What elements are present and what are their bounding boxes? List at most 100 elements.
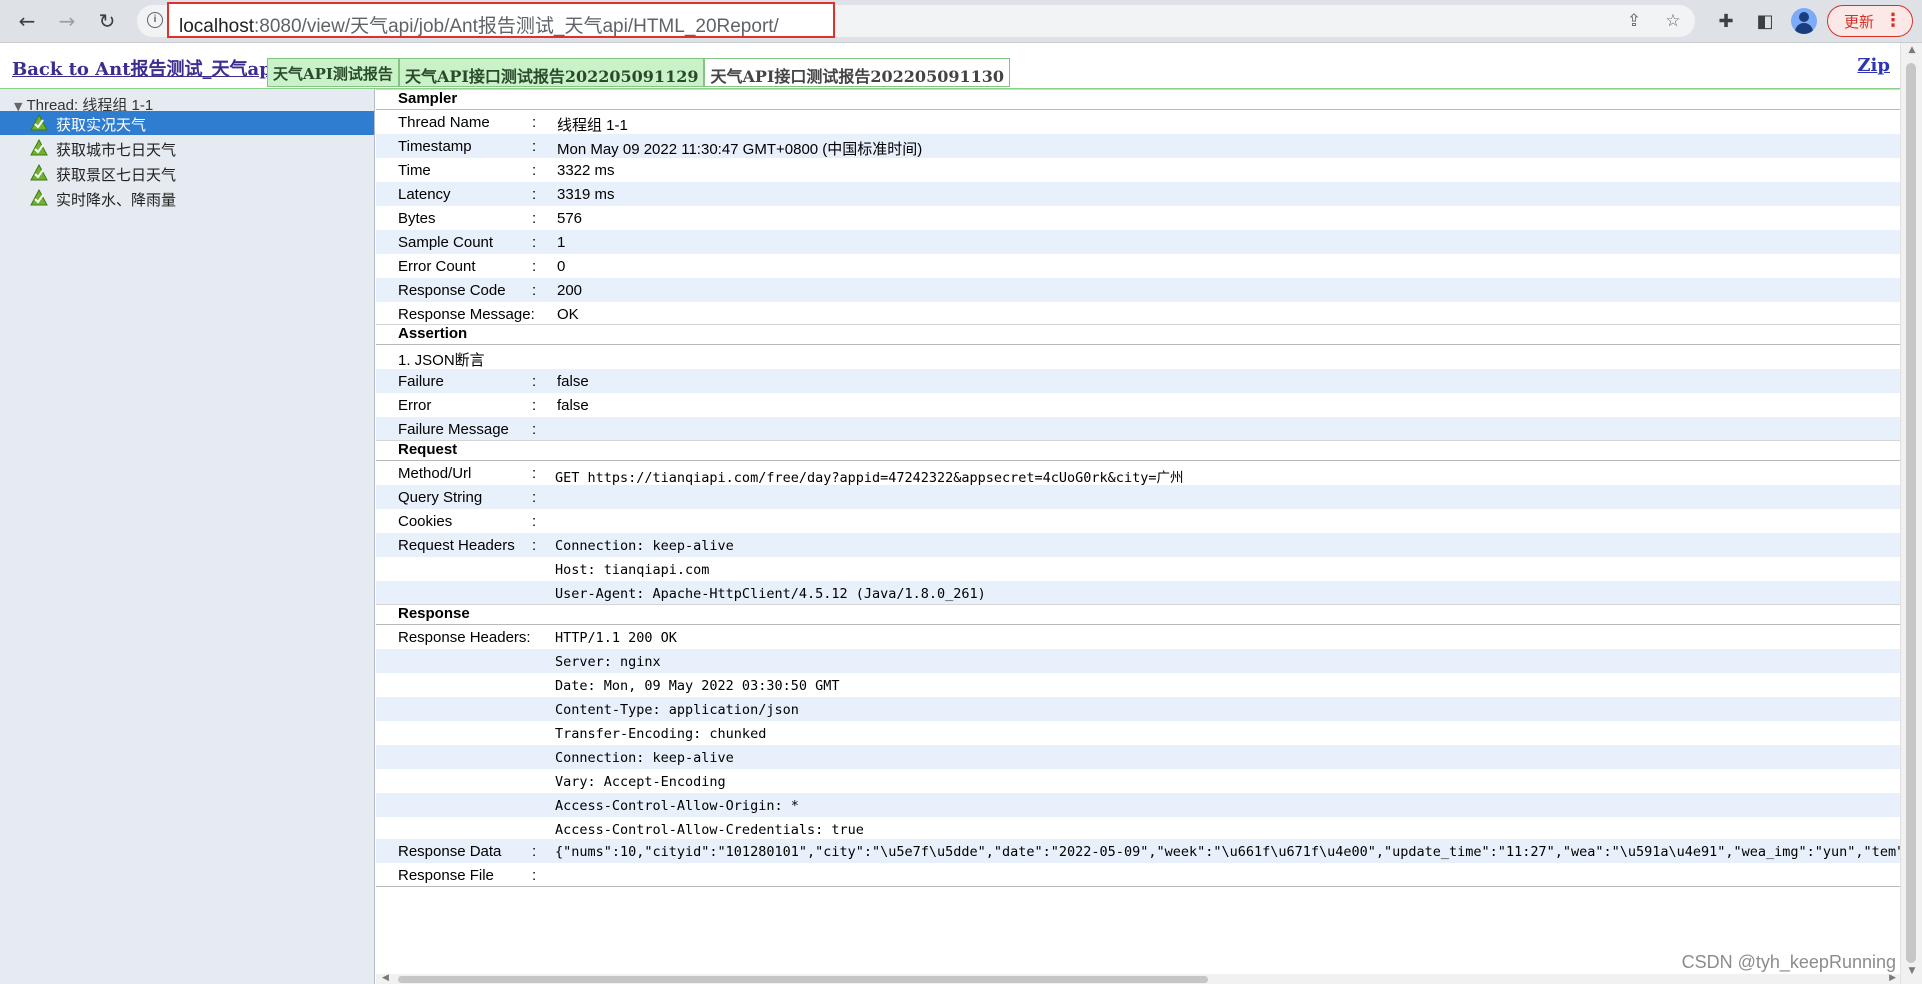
horizontal-scroll-thumb[interactable] [398,976,1208,983]
row-label: Request Headers [398,537,515,554]
tree-item-sampler[interactable]: 实时降水、降雨量 [0,186,374,210]
row-colon: : [532,258,537,275]
row-label: Bytes [398,210,436,227]
response-header-row: Access-Control-Allow-Origin: * [376,793,1900,817]
row-value: false [557,397,589,414]
success-check-icon [30,163,48,182]
reload-icon[interactable]: ↻ [92,6,122,36]
row-colon: : [532,138,537,155]
zip-download-link[interactable]: Zip [1857,55,1890,76]
kv-row: Time: 3322 ms [376,158,1900,182]
row-value: Mon May 09 2022 11:30:47 GMT+0800 (中国标准时… [557,141,923,158]
url-host: localhost [179,16,254,37]
report-header: Back to Ant报告测试_天气api 天气API测试报告 天气API接口测… [0,43,1900,89]
row-label: Response File [398,867,494,884]
kv-row: Response Message::OK [376,302,1900,326]
side-panel-icon[interactable]: ◧ [1752,8,1778,34]
browser-toolbar: ← → ↻ i localhost:8080/view/天气api/job/An… [0,0,1922,43]
report-tabs: 天气API测试报告 天气API接口测试报告202205091129 天气API接… [267,58,1010,87]
request-header-row: Request Headers: Connection: keep-alive [376,533,1900,557]
response-header-line: Date: Mon, 09 May 2022 03:30:50 GMT [555,678,840,694]
share-icon[interactable]: ⇪ [1623,10,1645,32]
row-value: 3322 ms [557,162,615,179]
request-header-line: User-Agent: Apache-HttpClient/4.5.12 (Ja… [555,586,986,602]
row-colon: : [532,210,537,227]
row-colon: : [532,282,537,299]
response-data-row: Response Data : {"nums":10,"cityid":"101… [376,839,1900,863]
assertion-name: 1. JSON断言 [398,352,485,369]
row-value: 200 [557,282,583,299]
row-label: Cookies [398,513,453,530]
row-label: Sample Count [398,234,494,251]
extensions-puzzle-icon[interactable]: ✚ [1713,8,1739,34]
site-info-icon[interactable]: i [147,12,163,28]
tree-item-sampler[interactable]: 获取景区七日天气 [0,161,374,185]
response-header-row: Vary: Accept-Encoding [376,769,1900,793]
success-check-icon [30,113,48,132]
tree-item-label: 获取城市七日天气 [56,142,177,159]
kv-row: Failure: false [376,369,1900,393]
kv-row: Sample Count: 1 [376,230,1900,254]
response-header-line: HTTP/1.1 200 OK [555,630,677,646]
row-value: 576 [557,210,583,227]
request-query-row: Query String : [376,485,1900,509]
tab-report-1130[interactable]: 天气API接口测试报告202205091130 [704,58,1010,87]
row-colon: : [532,513,537,530]
row-colon: : [532,489,537,506]
tab-report-1129[interactable]: 天气API接口测试报告202205091129 [398,58,705,87]
kv-row: Failure Message: [376,417,1900,441]
row-value: false [557,373,589,390]
scroll-right-arrow-icon[interactable]: ▶ [1889,973,1896,983]
row-label: Response Message: [398,306,535,323]
row-value: 线程组 1-1 [557,117,628,134]
row-label: Method/Url [398,465,472,482]
url-highlight-box[interactable]: localhost:8080/view/天气api/job/Ant报告测试_天气… [167,2,835,38]
vertical-scrollbar[interactable]: ▲ ▼ [1900,43,1922,984]
response-header-row: Date: Mon, 09 May 2022 03:30:50 GMT [376,673,1900,697]
bookmark-star-icon[interactable]: ☆ [1662,10,1684,32]
scroll-down-arrow-icon[interactable]: ▼ [1901,966,1922,982]
row-label: Response Code [398,282,506,299]
scroll-up-arrow-icon[interactable]: ▲ [1901,45,1922,61]
row-label: Error Count [398,258,476,275]
forward-arrow-icon[interactable]: → [52,6,82,36]
response-header-line: Content-Type: application/json [555,702,799,718]
back-to-job-link[interactable]: Back to Ant报告测试_天气api [12,55,279,81]
row-label: Error [398,397,432,414]
menu-dots-icon[interactable]: ⋮ [1884,10,1902,31]
update-button[interactable]: 更新 ⋮ [1827,5,1913,37]
request-header-line: Host: tianqiapi.com [555,562,710,578]
tree-item-label: 获取实况天气 [56,117,147,134]
kv-row: Latency: 3319 ms [376,182,1900,206]
tree-item-label: 获取景区七日天气 [56,167,177,184]
row-colon: : [532,843,537,860]
url-text[interactable]: localhost:8080/view/天气api/job/Ant报告测试_天气… [179,11,779,38]
row-value: 0 [557,258,566,275]
row-label: Timestamp [398,138,472,155]
row-label: Response Data [398,843,502,860]
row-colon: : [532,234,537,251]
update-label: 更新 [1844,13,1875,31]
tree-item-sampler[interactable]: 获取城市七日天气 [0,136,374,160]
vertical-scroll-thumb[interactable] [1906,63,1916,963]
response-header-line: Vary: Accept-Encoding [555,774,726,790]
row-value: 3319 ms [557,186,615,203]
back-arrow-icon[interactable]: ← [12,6,42,36]
horizontal-scrollbar[interactable]: ◀ ▶ [376,973,1900,984]
scroll-left-arrow-icon[interactable]: ◀ [382,973,389,983]
row-label: Time [398,162,431,179]
profile-avatar-icon[interactable] [1791,8,1817,34]
response-header-row: Connection: keep-alive [376,745,1900,769]
sampler-section-title: Sampler [376,89,1900,110]
response-header-row: Access-Control-Allow-Credentials: true [376,817,1900,841]
detail-end-divider [376,886,1900,887]
tree-item-sampler[interactable]: 获取实况天气 [0,111,374,135]
url-path: :8080/view/天气api/job/Ant报告测试_天气api/HTML_… [254,16,779,37]
row-colon: : [532,537,537,554]
kv-row: Error: false [376,393,1900,417]
row-label: Response Headers: [398,629,531,646]
response-section-title: Response [376,604,1900,625]
address-bar[interactable]: i localhost:8080/view/天气api/job/Ant报告测试_… [137,2,1695,38]
response-header-row: Content-Type: application/json [376,697,1900,721]
tab-report-overview[interactable]: 天气API测试报告 [267,58,399,87]
